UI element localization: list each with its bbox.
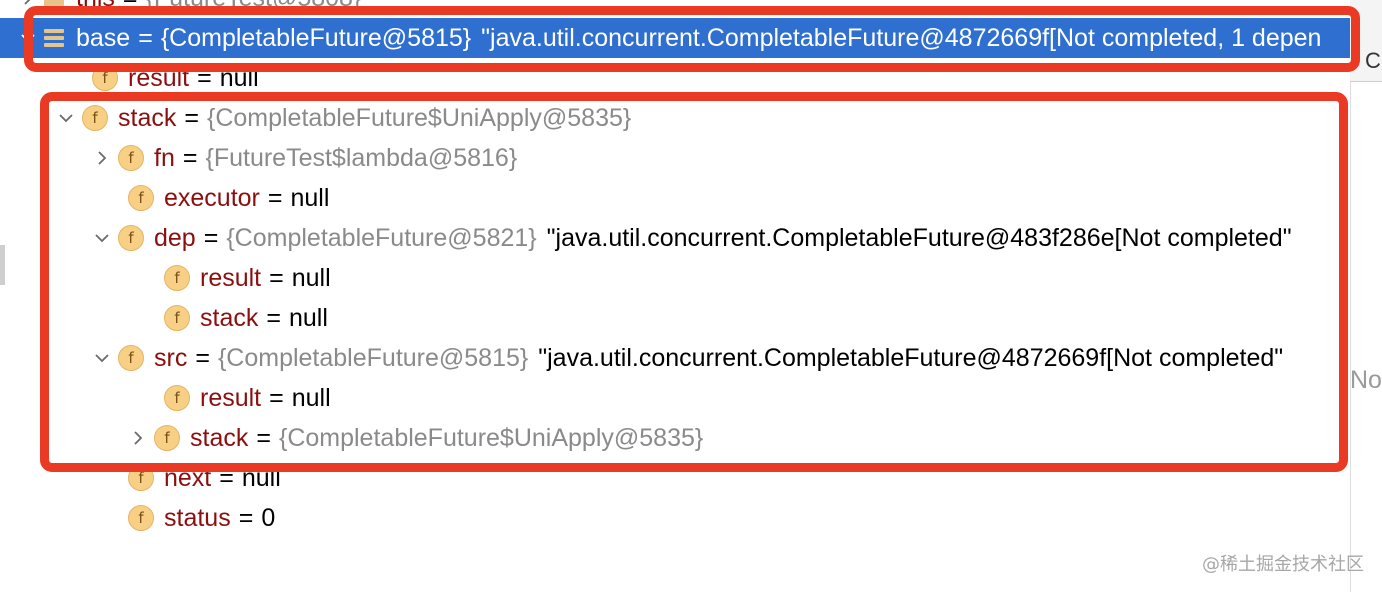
field-value: null bbox=[290, 183, 330, 212]
field-name: status bbox=[164, 503, 231, 532]
tree-row-next[interactable]: f next = null bbox=[0, 458, 1350, 498]
field-name: this bbox=[76, 0, 115, 13]
field-value: null bbox=[288, 303, 328, 332]
field-value: null bbox=[219, 63, 259, 92]
list-icon bbox=[44, 29, 64, 47]
field-icon: f bbox=[118, 145, 144, 171]
tree-row-stack[interactable]: f stack = {CompletableFuture$UniApply@58… bbox=[0, 98, 1350, 138]
field-name: stack bbox=[118, 103, 177, 132]
field-type: {CompletableFuture@5815} bbox=[160, 23, 472, 52]
equals-sign: = bbox=[184, 103, 199, 132]
field-type: {CompletableFuture@5815} bbox=[217, 343, 529, 372]
field-string-value: "java.util.concurrent.CompletableFuture@… bbox=[481, 23, 1322, 52]
equals-sign: = bbox=[267, 183, 283, 212]
equals-sign: = bbox=[256, 423, 271, 452]
equals-sign: = bbox=[197, 63, 212, 92]
field-icon: f bbox=[82, 105, 108, 131]
equals-sign: = bbox=[138, 23, 153, 52]
equals-sign: = bbox=[269, 383, 284, 412]
tree-row-result[interactable]: f result = null bbox=[0, 58, 1350, 98]
equals-sign: = bbox=[269, 263, 284, 292]
field-name: executor bbox=[164, 183, 260, 212]
field-icon: f bbox=[92, 65, 118, 91]
right-panel-text: No bbox=[1350, 366, 1382, 394]
chevron-down-icon[interactable] bbox=[92, 218, 112, 258]
tree-row-fn[interactable]: f fn = {FutureTest$lambda@5816} bbox=[0, 138, 1350, 178]
field-icon: f bbox=[164, 385, 190, 411]
field-icon: f bbox=[118, 225, 144, 251]
field-type: {CompletableFuture@5821} bbox=[226, 223, 537, 252]
tree-row-stack[interactable]: f stack = {CompletableFuture$UniApply@58… bbox=[0, 418, 1350, 458]
tree-row-executor[interactable]: f executor = null bbox=[0, 178, 1350, 218]
field-value: null bbox=[291, 263, 331, 292]
field-name: base bbox=[76, 23, 131, 52]
field-type: {FutureTest@5808} bbox=[146, 0, 362, 13]
field-value: null bbox=[241, 463, 281, 492]
chevron-right-icon[interactable] bbox=[18, 0, 38, 18]
tree-row-base[interactable]: base = {CompletableFuture@5815} "java.ut… bbox=[0, 18, 1350, 58]
field-name: fn bbox=[154, 143, 175, 172]
tree-row-this[interactable]: this = {FutureTest@5808} bbox=[0, 0, 1350, 18]
chevron-down-icon[interactable] bbox=[92, 338, 112, 378]
field-icon: f bbox=[128, 505, 154, 531]
watermark: @稀土掘金技术社区 bbox=[1202, 554, 1364, 575]
tree-row-result[interactable]: f result = null bbox=[0, 258, 1350, 298]
field-type: {CompletableFuture$UniApply@5835} bbox=[278, 423, 704, 452]
field-name: result bbox=[200, 263, 262, 292]
field-name: stack bbox=[200, 303, 259, 332]
field-icon: f bbox=[164, 265, 190, 291]
tree-row-result[interactable]: f result = null bbox=[0, 378, 1350, 418]
field-type: {CompletableFuture$UniApply@5835} bbox=[206, 103, 632, 132]
field-value: 0 bbox=[261, 503, 276, 532]
tree-row-stack[interactable]: f stack = null bbox=[0, 298, 1350, 338]
field-type: {FutureTest$lambda@5816} bbox=[205, 143, 518, 172]
right-panel-header-text: C bbox=[1365, 48, 1381, 73]
field-name: result bbox=[128, 63, 190, 92]
field-string-value: "java.util.concurrent.CompletableFuture@… bbox=[538, 343, 1284, 372]
object-icon bbox=[44, 0, 64, 7]
equals-sign: = bbox=[203, 223, 219, 252]
field-icon: f bbox=[154, 425, 180, 451]
field-name: src bbox=[154, 343, 188, 372]
field-string-value: "java.util.concurrent.CompletableFuture@… bbox=[546, 223, 1292, 252]
field-icon: f bbox=[118, 345, 144, 371]
field-name: next bbox=[164, 463, 212, 492]
field-icon: f bbox=[128, 185, 154, 211]
left-splitter-handle[interactable] bbox=[0, 245, 5, 285]
tree-row-src[interactable]: f src = {CompletableFuture@5815} "java.u… bbox=[0, 338, 1350, 378]
field-icon: f bbox=[164, 305, 190, 331]
chevron-down-icon[interactable] bbox=[56, 98, 76, 138]
right-side-panel bbox=[1350, 0, 1382, 592]
variables-tree: this = {FutureTest@5808} base = {Complet… bbox=[0, 0, 1350, 592]
chevron-right-icon[interactable] bbox=[92, 138, 112, 178]
tree-row-dep[interactable]: f dep = {CompletableFuture@5821} "java.u… bbox=[0, 218, 1350, 258]
equals-sign: = bbox=[219, 463, 234, 492]
field-name: stack bbox=[190, 423, 249, 452]
chevron-right-icon[interactable] bbox=[128, 418, 148, 458]
equals-sign: = bbox=[266, 303, 281, 332]
field-icon: f bbox=[128, 465, 154, 491]
equals-sign: = bbox=[123, 0, 138, 13]
field-name: result bbox=[200, 383, 262, 412]
tree-row-status[interactable]: f status = 0 bbox=[0, 498, 1350, 538]
equals-sign: = bbox=[195, 343, 210, 372]
field-name: dep bbox=[154, 223, 196, 252]
equals-sign: = bbox=[182, 143, 198, 172]
equals-sign: = bbox=[238, 503, 254, 532]
field-value: null bbox=[291, 383, 331, 412]
chevron-down-icon[interactable] bbox=[18, 18, 38, 58]
